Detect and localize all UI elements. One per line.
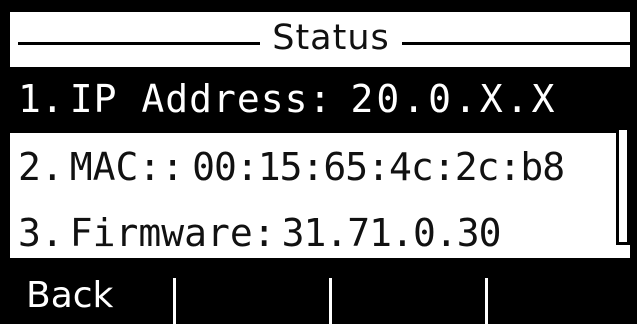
menu-item-label: Firmware: [69, 211, 276, 255]
softkey-4[interactable] [488, 258, 637, 324]
menu-item-value: 31.71.0.30 [281, 211, 502, 255]
title-rule-left [18, 42, 260, 45]
menu-item-mac[interactable]: 2. MAC:: 00:15:65:4c:2c:b8 [10, 135, 616, 199]
menu-item-ip-address[interactable]: 1. IP Address: 20.0.X.X [10, 67, 616, 133]
softkey-2[interactable] [176, 258, 332, 324]
menu-item-label: MAC:: [69, 145, 185, 189]
softkey-bar: Back [0, 258, 637, 324]
menu-item-label: IP Address: [69, 77, 333, 121]
scrollbar-thumb[interactable] [619, 70, 627, 130]
phone-lcd-screen: Status 1. IP Address: 20.0.X.X 2. MAC:: 00:1… [0, 0, 637, 324]
menu-item-number: 2. [18, 145, 64, 189]
page-title: Status [272, 18, 390, 58]
title-bar: Status [10, 12, 632, 62]
softkey-3[interactable] [332, 258, 488, 324]
title-rule-right [402, 42, 632, 45]
screen-bezel-top [0, 0, 637, 12]
menu-item-firmware[interactable]: 3. Firmware: 31.71.0.30 [10, 201, 616, 265]
menu-item-number: 3. [18, 211, 64, 255]
softkey-label: Back [26, 275, 114, 316]
back-softkey[interactable]: Back [0, 258, 176, 324]
menu-item-number: 1. [18, 77, 64, 121]
menu-item-value: 00:15:65:4c:2c:b8 [192, 145, 565, 189]
menu-scrollbar[interactable] [616, 67, 630, 245]
menu-item-value: 20.0.X.X [350, 77, 558, 121]
